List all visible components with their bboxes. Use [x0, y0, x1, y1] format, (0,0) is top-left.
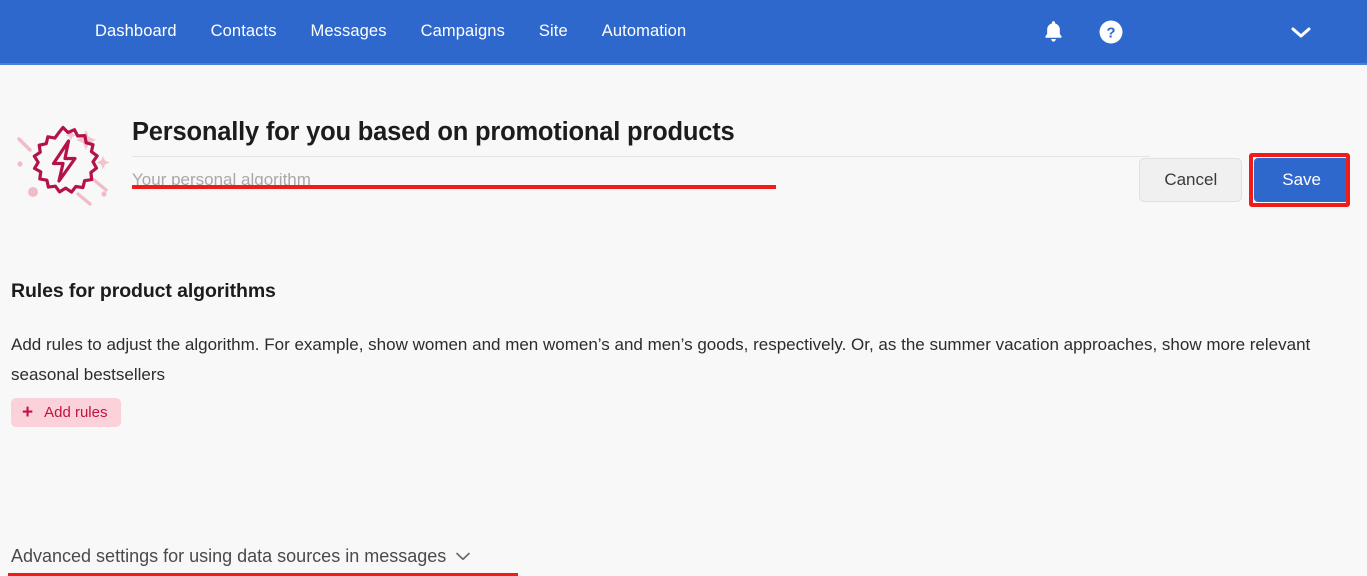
rules-section-title: Rules for product algorithms — [11, 280, 276, 302]
save-button[interactable]: Save — [1254, 158, 1349, 202]
nav-item-contacts[interactable]: Contacts — [210, 18, 278, 45]
cancel-button[interactable]: Cancel — [1139, 158, 1243, 202]
svg-text:?: ? — [1106, 24, 1115, 41]
question-mark-circle-icon: ? — [1099, 20, 1123, 43]
badge-lightning-bolt-icon — [8, 108, 118, 218]
rules-section-description: Add rules to adjust the algorithm. For e… — [11, 335, 1311, 384]
save-button-wrapper: Save — [1249, 153, 1351, 207]
nav-item-campaigns[interactable]: Campaigns — [420, 18, 506, 45]
notifications-button[interactable] — [1033, 12, 1073, 52]
advanced-settings-toggle[interactable]: Advanced settings for using data sources… — [11, 546, 471, 567]
header-actions: Cancel Save — [1139, 153, 1351, 207]
top-navigation-bar: Dashboard Contacts Messages Campaigns Si… — [0, 0, 1367, 65]
chevron-down-icon — [455, 549, 471, 567]
algorithm-title-input[interactable]: Personally for you based on promotional … — [132, 118, 1150, 157]
nav-item-site[interactable]: Site — [538, 18, 569, 45]
nav-item-automation[interactable]: Automation — [601, 18, 687, 45]
algorithm-header: Personally for you based on promotional … — [0, 100, 1367, 230]
main-nav: Dashboard Contacts Messages Campaigns Si… — [94, 18, 687, 45]
top-nav-actions: ? — [1033, 0, 1367, 63]
chevron-down-icon — [1291, 27, 1311, 37]
plus-icon: + — [22, 401, 34, 423]
advanced-settings-label: Advanced settings for using data sources… — [11, 546, 447, 566]
add-rules-button[interactable]: + Add rules — [11, 398, 122, 427]
nav-item-dashboard[interactable]: Dashboard — [94, 18, 178, 45]
help-button[interactable]: ? — [1091, 12, 1131, 52]
add-rules-label: Add rules — [44, 404, 108, 421]
account-menu-button[interactable] — [1281, 12, 1321, 52]
title-block: Personally for you based on promotional … — [132, 118, 1150, 190]
page-content: Personally for you based on promotional … — [0, 65, 1367, 576]
nav-item-messages[interactable]: Messages — [310, 18, 388, 45]
bell-icon — [1044, 21, 1062, 42]
title-red-underline — [132, 185, 776, 189]
